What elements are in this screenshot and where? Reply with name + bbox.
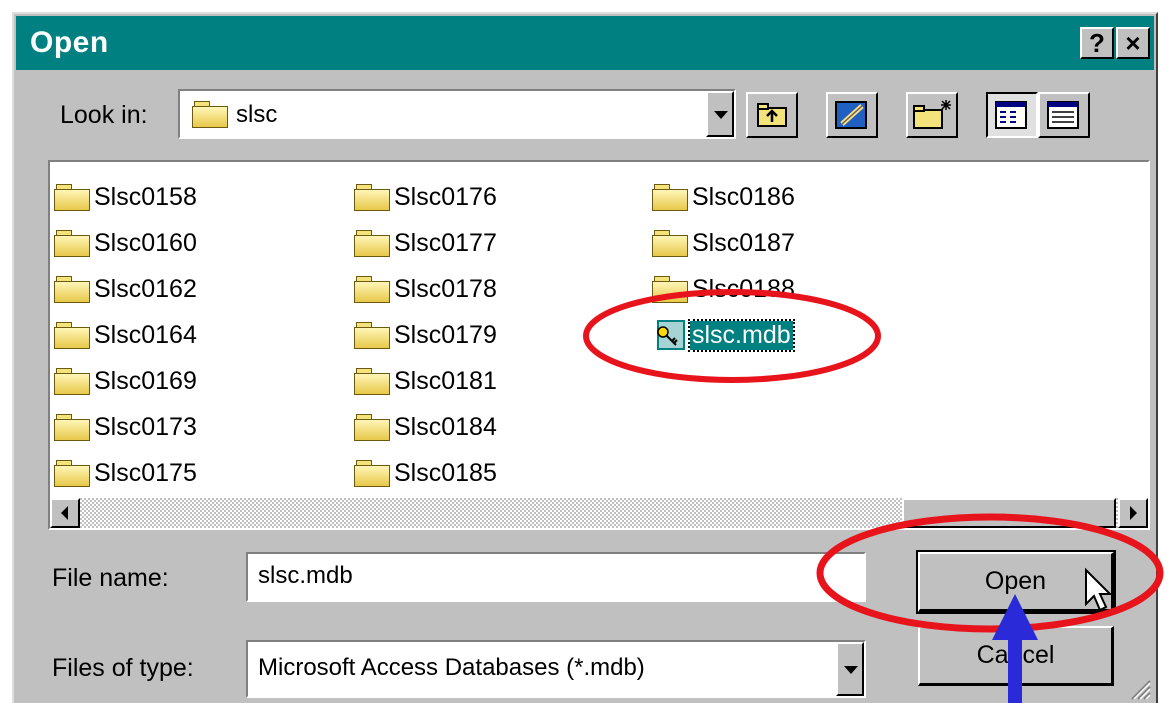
list-item[interactable]: Slsc0186 <box>652 178 795 216</box>
scrollbar-thumb[interactable] <box>902 498 1116 528</box>
close-button[interactable]: × <box>1116 27 1150 59</box>
horizontal-scrollbar[interactable] <box>50 498 1148 528</box>
list-item[interactable]: Slsc0162 <box>54 270 197 308</box>
list-item[interactable]: Slsc0178 <box>354 270 497 308</box>
folder-icon <box>54 368 90 395</box>
scroll-left-button[interactable] <box>50 498 80 528</box>
folder-icon <box>652 184 688 211</box>
folder-icon <box>354 230 390 257</box>
folder-icon <box>192 101 228 128</box>
folder-icon <box>652 230 688 257</box>
list-item[interactable]: Slsc0164 <box>54 316 197 354</box>
arrow-right-icon <box>1130 506 1137 520</box>
help-button[interactable]: ? <box>1080 27 1114 59</box>
file-name: Slsc0178 <box>394 274 497 303</box>
selected-file-name: slsc.mdb <box>688 318 795 352</box>
new-folder-icon <box>913 100 951 129</box>
file-name: Slsc0181 <box>394 366 497 395</box>
cancel-button[interactable]: Cancel <box>918 626 1114 686</box>
up-one-level-icon <box>757 103 787 127</box>
details-view-button[interactable] <box>1038 92 1090 138</box>
folder-icon <box>354 322 390 349</box>
open-dialog: Open ? × Look in: slsc Slsc0158 Slsc0160… <box>12 12 1158 703</box>
file-name: Slsc0188 <box>692 274 795 303</box>
file-name: Slsc0185 <box>394 458 497 487</box>
selected-file-item[interactable]: slsc.mdb <box>652 316 795 354</box>
folder-icon <box>652 276 688 303</box>
scroll-right-button[interactable] <box>1118 498 1148 528</box>
list-item[interactable]: Slsc0185 <box>354 454 497 492</box>
window-title: Open <box>30 26 109 59</box>
folder-icon <box>54 184 90 211</box>
list-item[interactable]: Slsc0181 <box>354 362 497 400</box>
look-in-dropdown-button[interactable] <box>706 91 734 137</box>
file-name: Slsc0177 <box>394 228 497 257</box>
file-name: Slsc0162 <box>94 274 197 303</box>
folder-icon <box>54 276 90 303</box>
file-type-label: Files of type: <box>52 654 194 682</box>
desktop-button[interactable] <box>826 92 878 138</box>
folder-icon <box>354 368 390 395</box>
list-item[interactable]: Slsc0158 <box>54 178 197 216</box>
look-in-value: slsc <box>236 101 278 128</box>
list-item[interactable]: Slsc0176 <box>354 178 497 216</box>
list-view-button[interactable] <box>986 92 1038 138</box>
folder-icon <box>54 460 90 487</box>
file-type-dropdown[interactable]: Microsoft Access Databases (*.mdb) <box>246 640 866 698</box>
file-name: Slsc0173 <box>94 412 197 441</box>
chevron-down-icon <box>714 111 728 119</box>
look-in-label: Look in: <box>60 101 148 129</box>
chevron-down-icon <box>844 666 858 674</box>
up-one-level-button[interactable] <box>746 92 798 138</box>
list-item[interactable]: Slsc0184 <box>354 408 497 446</box>
database-file-icon <box>657 320 685 350</box>
list-item[interactable]: Slsc0175 <box>54 454 197 492</box>
arrow-left-icon <box>61 506 68 520</box>
list-item[interactable]: Slsc0187 <box>652 224 795 262</box>
look-in-dropdown[interactable]: slsc <box>178 89 736 139</box>
file-name: Slsc0179 <box>394 320 497 349</box>
file-type-value: Microsoft Access Databases (*.mdb) <box>258 654 645 681</box>
file-name: Slsc0169 <box>94 366 197 395</box>
file-name: Slsc0160 <box>94 228 197 257</box>
folder-icon <box>354 460 390 487</box>
file-name: Slsc0186 <box>692 182 795 211</box>
folder-icon <box>354 184 390 211</box>
folder-icon <box>54 322 90 349</box>
list-view-icon <box>995 101 1027 129</box>
list-item[interactable]: Slsc0177 <box>354 224 497 262</box>
list-item[interactable]: Slsc0173 <box>54 408 197 446</box>
list-item[interactable]: Slsc0169 <box>54 362 197 400</box>
file-name-label: File name: <box>52 564 169 592</box>
file-name-input[interactable]: slsc.mdb <box>246 552 866 602</box>
open-button[interactable]: Open <box>916 550 1116 614</box>
list-item[interactable]: Slsc0160 <box>54 224 197 262</box>
file-name: Slsc0158 <box>94 182 197 211</box>
details-view-icon <box>1047 101 1079 129</box>
file-name: Slsc0176 <box>394 182 497 211</box>
folder-icon <box>354 414 390 441</box>
file-list[interactable]: Slsc0158 Slsc0160 Slsc0162 Slsc0164 Slsc… <box>48 160 1150 530</box>
file-name: Slsc0164 <box>94 320 197 349</box>
file-name: Slsc0187 <box>692 228 795 257</box>
desktop-icon <box>835 101 867 129</box>
folder-icon <box>354 276 390 303</box>
resize-grip-icon[interactable] <box>1126 675 1152 701</box>
folder-icon <box>54 230 90 257</box>
file-type-dropdown-button[interactable] <box>836 642 864 696</box>
title-bar[interactable]: Open ? × <box>16 16 1154 70</box>
list-item[interactable]: Slsc0188 <box>652 270 795 308</box>
file-name: Slsc0175 <box>94 458 197 487</box>
file-name: Slsc0184 <box>394 412 497 441</box>
folder-icon <box>54 414 90 441</box>
list-item[interactable]: Slsc0179 <box>354 316 497 354</box>
new-folder-button[interactable] <box>906 92 958 138</box>
